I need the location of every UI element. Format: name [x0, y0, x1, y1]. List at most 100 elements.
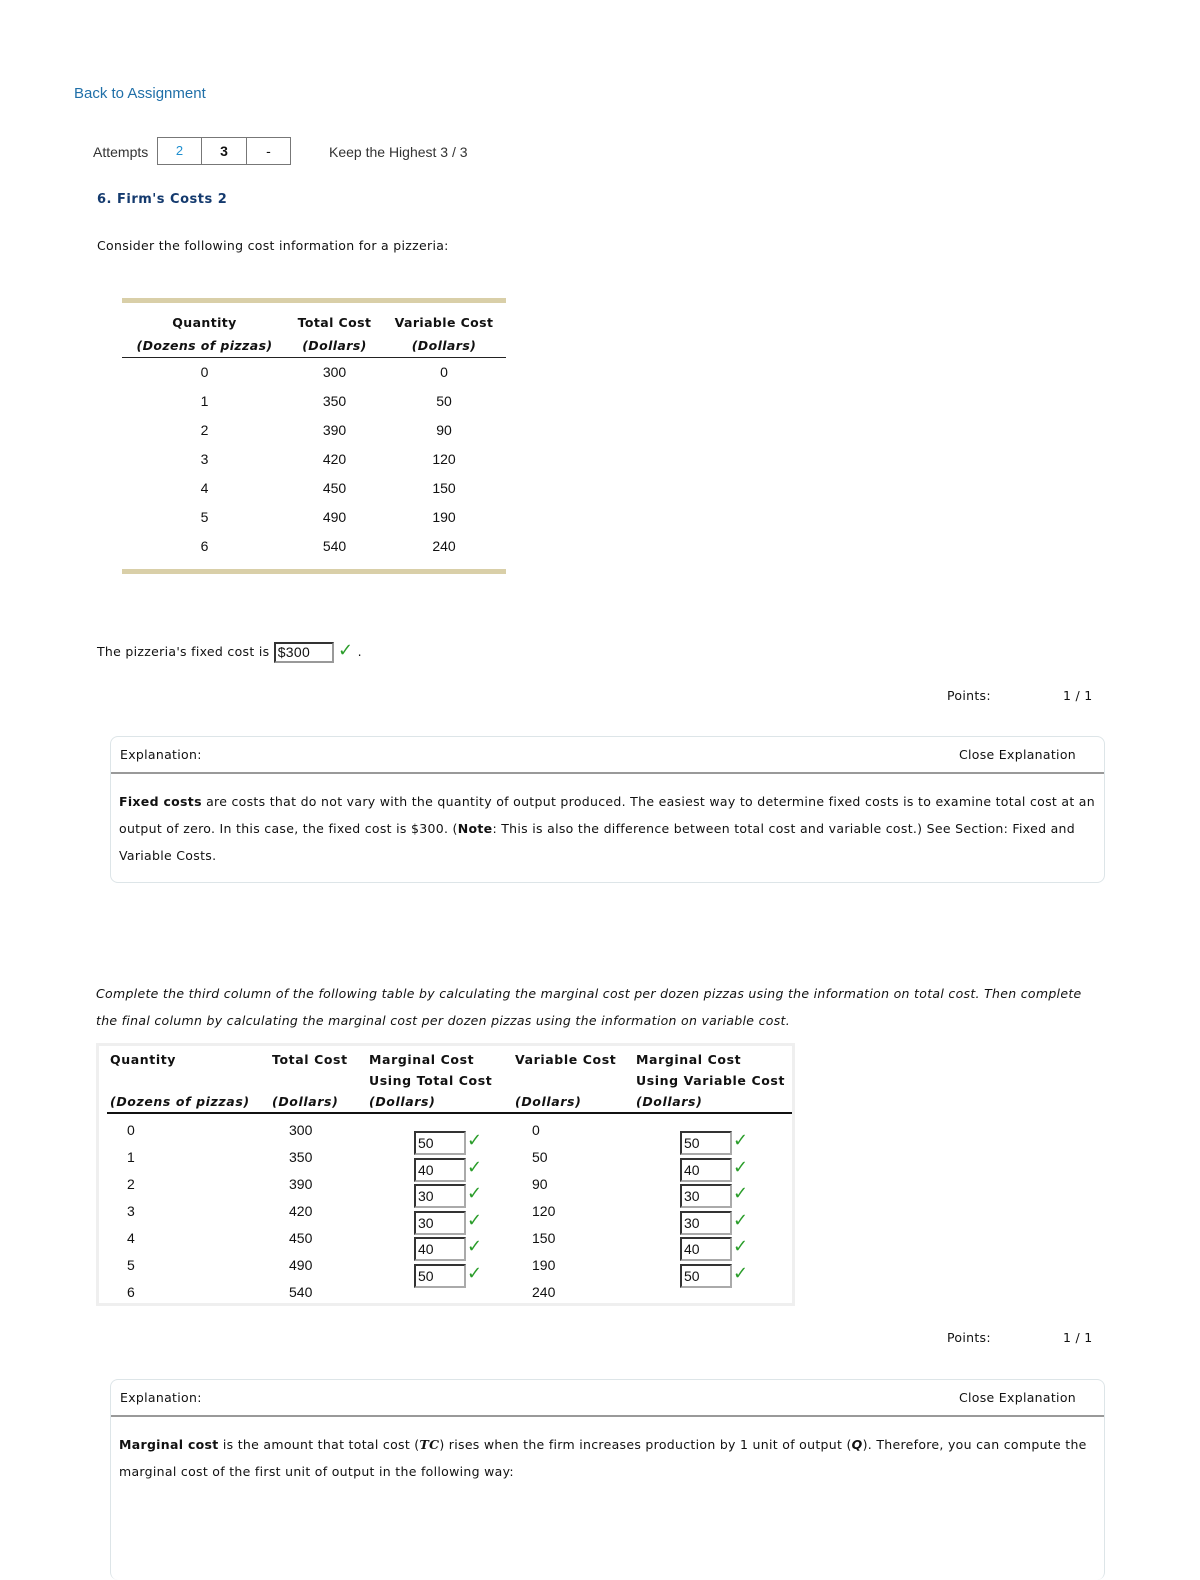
unit-total-cost: (Dollars)	[302, 338, 367, 353]
attempt-box-3[interactable]: -	[246, 137, 291, 165]
marginal-cost-table: Quantity Total Cost Marginal Cost Using …	[96, 1043, 795, 1306]
mc-var-input[interactable]: 30	[680, 1210, 732, 1235]
cell-quantity: 2	[127, 1176, 135, 1192]
cell-total-cost: 490	[322, 509, 347, 525]
explanation-panel-1: Explanation: Close Explanation Fixed cos…	[110, 736, 1105, 883]
explanation-label: Explanation:	[120, 1390, 202, 1405]
table-header-row: Quantity Total Cost Variable Cost	[122, 315, 506, 330]
correct-check-icon: ✓	[733, 1209, 749, 1231]
points-value: 1 / 1	[1063, 688, 1093, 703]
cell-quantity: 6	[127, 1284, 135, 1300]
table-bottom-bar	[122, 569, 506, 574]
attempt-box-1[interactable]: 2	[157, 137, 202, 165]
table-row: 6 540 240	[122, 532, 506, 561]
unit-mc-total: (Dollars)	[369, 1094, 436, 1109]
cell-variable-cost: 190	[432, 509, 456, 525]
cell-variable-cost: 190	[532, 1257, 556, 1273]
mc-total-input[interactable]: 30	[414, 1184, 466, 1209]
table-row: 3 420 120	[122, 445, 506, 474]
cell-variable-cost: 150	[432, 480, 456, 496]
mc-total-input[interactable]: 30	[414, 1210, 466, 1235]
mc-var-input[interactable]: 30	[680, 1184, 732, 1209]
points-label: Points:	[947, 1330, 991, 1345]
term-marginal-cost: Marginal cost	[119, 1437, 219, 1452]
points-label: Points:	[947, 688, 991, 703]
cell-variable-cost: 90	[532, 1176, 548, 1192]
cell-quantity: 1	[127, 1149, 135, 1165]
close-explanation-button[interactable]: Close Explanation	[959, 1390, 1076, 1405]
cell-total-cost: 540	[322, 538, 347, 554]
cell-variable-cost: 50	[436, 393, 452, 409]
correct-check-icon: ✓	[467, 1156, 483, 1178]
header-quantity: Quantity	[172, 315, 237, 330]
cell-quantity: 1	[200, 393, 209, 409]
correct-check-icon: ✓	[337, 640, 354, 661]
fixed-cost-prompt-end: .	[357, 644, 362, 659]
marginal-cost-instructions: Complete the third column of the followi…	[96, 986, 1082, 1028]
correct-check-icon: ✓	[733, 1130, 749, 1151]
question-intro: Consider the following cost information …	[97, 238, 449, 253]
mc-total-input[interactable]: 50	[414, 1131, 466, 1155]
correct-check-icon: ✓	[467, 1183, 483, 1205]
cell-variable-cost: 120	[532, 1203, 556, 1219]
cell-variable-cost: 240	[432, 538, 456, 554]
cell-total-cost: 350	[322, 393, 347, 409]
cell-quantity: 4	[127, 1230, 135, 1246]
mc-total-input[interactable]: 40	[414, 1237, 466, 1262]
cell-total-cost: 300	[289, 1122, 313, 1138]
close-explanation-button[interactable]: Close Explanation	[959, 747, 1076, 762]
cell-quantity: 3	[127, 1203, 135, 1219]
table-row: 2 390 90	[122, 416, 506, 445]
header-mc-var-2: Using Variable Cost	[636, 1073, 786, 1088]
header-rule	[107, 1112, 792, 1114]
table-units-row: (Dozens of pizzas) (Dollars) (Dollars)	[122, 338, 506, 358]
explanation-panel-2: Explanation: Close Explanation Marginal …	[110, 1379, 1105, 1580]
cell-total-cost: 540	[289, 1284, 313, 1300]
cell-total-cost: 350	[289, 1149, 313, 1165]
fixed-cost-input[interactable]: $300	[273, 642, 334, 663]
table-top-bar	[122, 298, 506, 303]
mc-total-input[interactable]: 40	[414, 1157, 466, 1182]
cell-total-cost: 300	[322, 364, 347, 380]
correct-check-icon: ✓	[467, 1236, 483, 1258]
unit-variable-cost: (Dollars)	[411, 338, 477, 353]
explanation-text-b: ) rises when the firm increases producti…	[439, 1437, 852, 1452]
mc-var-input[interactable]: 40	[680, 1157, 732, 1182]
explanation-text: Fixed costs are costs that do not vary w…	[111, 774, 1104, 885]
mc-var-input[interactable]: 50	[680, 1264, 732, 1288]
cell-variable-cost: 50	[532, 1149, 548, 1165]
correct-check-icon: ✓	[733, 1236, 749, 1258]
fixed-cost-prompt: The pizzeria's fixed cost is	[97, 644, 270, 659]
attempt-box-2[interactable]: 3	[201, 137, 247, 165]
header-mc-total-2: Using Total Cost	[369, 1073, 493, 1088]
unit-variable-cost: (Dollars)	[515, 1094, 582, 1109]
term-fixed-costs: Fixed costs	[119, 794, 202, 809]
q-symbol: Q	[851, 1437, 863, 1452]
correct-check-icon: ✓	[733, 1183, 749, 1205]
keep-highest-score: Keep the Highest 3 / 3	[329, 144, 468, 160]
mc-total-input[interactable]: 50	[414, 1264, 466, 1288]
cell-total-cost: 490	[289, 1257, 313, 1273]
header-quantity: Quantity	[110, 1052, 177, 1067]
cell-quantity: 2	[200, 422, 209, 438]
cell-total-cost: 390	[322, 422, 347, 438]
cost-info-table: Quantity Total Cost Variable Cost (Dozen…	[122, 298, 506, 574]
unit-quantity: (Dozens of pizzas)	[110, 1094, 250, 1109]
cell-total-cost: 450	[322, 480, 347, 496]
header-total-cost: Total Cost	[297, 315, 372, 330]
note-label: Note	[457, 821, 493, 836]
header-mc-total-1: Marginal Cost	[369, 1052, 475, 1067]
mc-var-input[interactable]: 50	[680, 1131, 732, 1155]
cell-total-cost: 390	[289, 1176, 313, 1192]
cell-variable-cost: 90	[436, 422, 452, 438]
header-variable-cost: Variable Cost	[515, 1052, 617, 1067]
correct-check-icon: ✓	[733, 1263, 749, 1284]
mc-var-input[interactable]: 40	[680, 1237, 732, 1262]
unit-mc-var: (Dollars)	[636, 1094, 703, 1109]
back-to-assignment-link[interactable]: Back to Assignment	[74, 85, 206, 102]
cell-variable-cost: 0	[532, 1122, 540, 1138]
explanation-text-a: is the amount that total cost (	[218, 1437, 420, 1452]
table-row: 4 450 150	[122, 474, 506, 503]
cell-quantity: 4	[200, 480, 209, 496]
cell-quantity: 3	[200, 451, 209, 467]
